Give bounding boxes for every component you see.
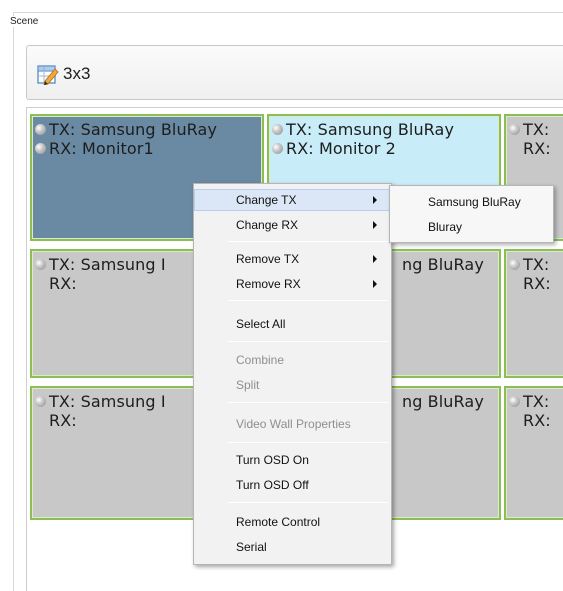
- menu-item-label: Combine: [236, 353, 285, 367]
- cell-tx-label: TX: Samsung I: [49, 255, 166, 274]
- menu-item-serial[interactable]: Serial: [194, 536, 391, 558]
- status-dot-icon: [35, 124, 46, 135]
- status-dot-icon: [509, 396, 520, 407]
- menu-separator: [228, 300, 388, 301]
- menu-item-label: Serial: [236, 540, 267, 554]
- menu-item-label: Split: [236, 378, 260, 392]
- submenu-arrow-icon: [373, 280, 377, 288]
- menu-item-label: Turn OSD On: [236, 453, 309, 467]
- menu-item-label: Remote Control: [236, 515, 321, 529]
- cell-tx-label: TX: Samsung BluRay: [286, 120, 455, 139]
- menu-item-video-wall-properties[interactable]: Video Wall Properties: [194, 413, 391, 435]
- cell-rx-label: RX: Monitor1: [49, 139, 154, 158]
- submenu-arrow-icon: [373, 255, 377, 263]
- submenu-item-samsung-bluray[interactable]: Samsung BluRay: [390, 191, 553, 213]
- scene-header: 3x3: [26, 45, 563, 100]
- cell-tx-label: TX:: [523, 120, 550, 139]
- menu-separator: [228, 502, 388, 503]
- menu-item-label: Video Wall Properties: [236, 417, 351, 431]
- cell-tx-label: TX:: [523, 255, 550, 274]
- status-dot-icon: [509, 124, 520, 135]
- submenu-arrow-icon: [373, 221, 377, 229]
- menu-separator: [228, 341, 388, 342]
- status-dot-icon: [35, 259, 46, 270]
- change-tx-submenu: Samsung BluRay Bluray: [389, 185, 554, 243]
- grid-cell[interactable]: TX: RX:: [504, 386, 563, 520]
- group-title: Scene: [8, 16, 41, 27]
- menu-item-remove-rx[interactable]: Remove RX: [194, 273, 391, 295]
- cell-tx-label: TX: Samsung I: [49, 392, 166, 411]
- menu-item-select-all[interactable]: Select All: [194, 313, 391, 335]
- menu-item-turn-osd-on[interactable]: Turn OSD On: [194, 449, 391, 471]
- submenu-item-bluray[interactable]: Bluray: [390, 216, 553, 238]
- status-dot-icon: [272, 143, 283, 154]
- menu-item-split[interactable]: Split: [194, 374, 391, 396]
- menu-item-label: Change TX: [236, 193, 297, 207]
- menu-item-combine[interactable]: Combine: [194, 349, 391, 371]
- status-dot-icon: [35, 396, 46, 407]
- menu-item-change-rx[interactable]: Change RX: [194, 214, 391, 236]
- menu-item-label: Select All: [236, 317, 286, 331]
- status-dot-icon: [35, 143, 46, 154]
- submenu-arrow-icon: [373, 196, 377, 204]
- menu-item-remote-control[interactable]: Remote Control: [194, 511, 391, 533]
- cell-rx-label: RX: Monitor 2: [286, 139, 396, 158]
- status-dot-icon: [272, 124, 283, 135]
- cell-rx-label: RX:: [49, 411, 77, 430]
- cell-rx-label: RX:: [523, 274, 551, 293]
- menu-item-remove-tx[interactable]: Remove TX: [194, 248, 391, 270]
- grid-cell[interactable]: TX: RX:: [504, 249, 563, 378]
- menu-item-label: Remove TX: [236, 252, 300, 266]
- status-dot-icon: [509, 259, 520, 270]
- menu-item-change-tx[interactable]: Change TX: [194, 189, 391, 211]
- cell-rx-label: RX:: [523, 139, 551, 158]
- edit-table-icon[interactable]: [37, 63, 59, 85]
- submenu-item-label: Samsung BluRay: [428, 195, 521, 209]
- cell-rx-label: RX:: [49, 274, 77, 293]
- cell-tx-label: TX:: [523, 392, 550, 411]
- context-menu: Change TX Change RX Remove TX Remove RX …: [193, 183, 392, 565]
- menu-separator: [228, 241, 388, 242]
- cell-tx-label: ng BluRay: [402, 392, 484, 411]
- menu-separator: [228, 402, 388, 403]
- submenu-item-label: Bluray: [428, 220, 463, 234]
- menu-item-label: Turn OSD Off: [236, 478, 309, 492]
- cell-tx-label: TX: Samsung BluRay: [49, 120, 218, 139]
- menu-item-turn-osd-off[interactable]: Turn OSD Off: [194, 474, 391, 496]
- menu-item-label: Change RX: [236, 218, 299, 232]
- cell-rx-label: RX:: [523, 411, 551, 430]
- menu-item-label: Remove RX: [236, 277, 301, 291]
- cell-tx-label: ng BluRay: [402, 255, 484, 274]
- scene-name: 3x3: [63, 64, 91, 83]
- menu-separator: [228, 442, 388, 443]
